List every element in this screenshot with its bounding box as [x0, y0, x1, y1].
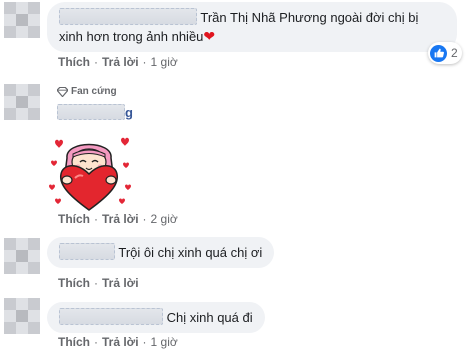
reaction-count: 2: [451, 46, 458, 60]
reply-button[interactable]: Trả lời: [102, 276, 139, 290]
diamond-icon: [57, 86, 68, 97]
reply-button[interactable]: Trả lời: [102, 335, 139, 349]
avatar[interactable]: [4, 298, 40, 334]
heart-emoji-icon: ❤: [203, 28, 216, 44]
comment-bubble: Trần Thị Nhã Phương ngoài đời chị bị xin…: [47, 2, 457, 52]
reply-button[interactable]: Trả lời: [102, 212, 139, 226]
avatar[interactable]: [4, 2, 40, 38]
comment-text: Chị xinh quá đi: [166, 310, 253, 325]
author-name-row: g: [57, 104, 133, 121]
comment-actions: Thích · Trả lời · 1 giờ: [58, 55, 178, 69]
comment-bubble: Trội ôi chị xinh quá chị ơi: [47, 237, 275, 268]
comment-actions: Thích · Trả lời: [58, 276, 139, 290]
comment-bubble: Chị xinh quá đi: [47, 302, 265, 333]
like-button[interactable]: Thích: [58, 212, 90, 226]
timestamp[interactable]: 1 giờ: [151, 335, 178, 349]
comment-actions: Thích · Trả lời · 2 giờ: [58, 212, 178, 226]
like-icon: [430, 44, 447, 62]
blurred-author-name[interactable]: [59, 308, 163, 325]
badge-label: Fan cứng: [71, 86, 117, 97]
blurred-author-name[interactable]: [59, 243, 115, 260]
reaction-summary[interactable]: 2: [428, 42, 462, 64]
avatar[interactable]: [4, 84, 40, 120]
avatar[interactable]: [4, 238, 40, 274]
comment-text: Trội ôi chị xinh quá chị ơi: [118, 245, 263, 260]
heart-hug-sticker[interactable]: [47, 134, 131, 212]
timestamp[interactable]: 1 giờ: [151, 55, 178, 69]
reply-button[interactable]: Trả lời: [102, 55, 139, 69]
like-button[interactable]: Thích: [58, 335, 90, 349]
author-name-tail[interactable]: g: [125, 105, 133, 120]
like-button[interactable]: Thích: [58, 55, 90, 69]
blurred-author-name[interactable]: [59, 8, 197, 25]
blurred-author-name[interactable]: [57, 104, 125, 120]
comment-actions: Thích · Trả lời · 1 giờ: [58, 335, 178, 349]
timestamp[interactable]: 2 giờ: [151, 212, 178, 226]
like-button[interactable]: Thích: [58, 276, 90, 290]
top-fan-badge: Fan cứng: [57, 86, 117, 97]
